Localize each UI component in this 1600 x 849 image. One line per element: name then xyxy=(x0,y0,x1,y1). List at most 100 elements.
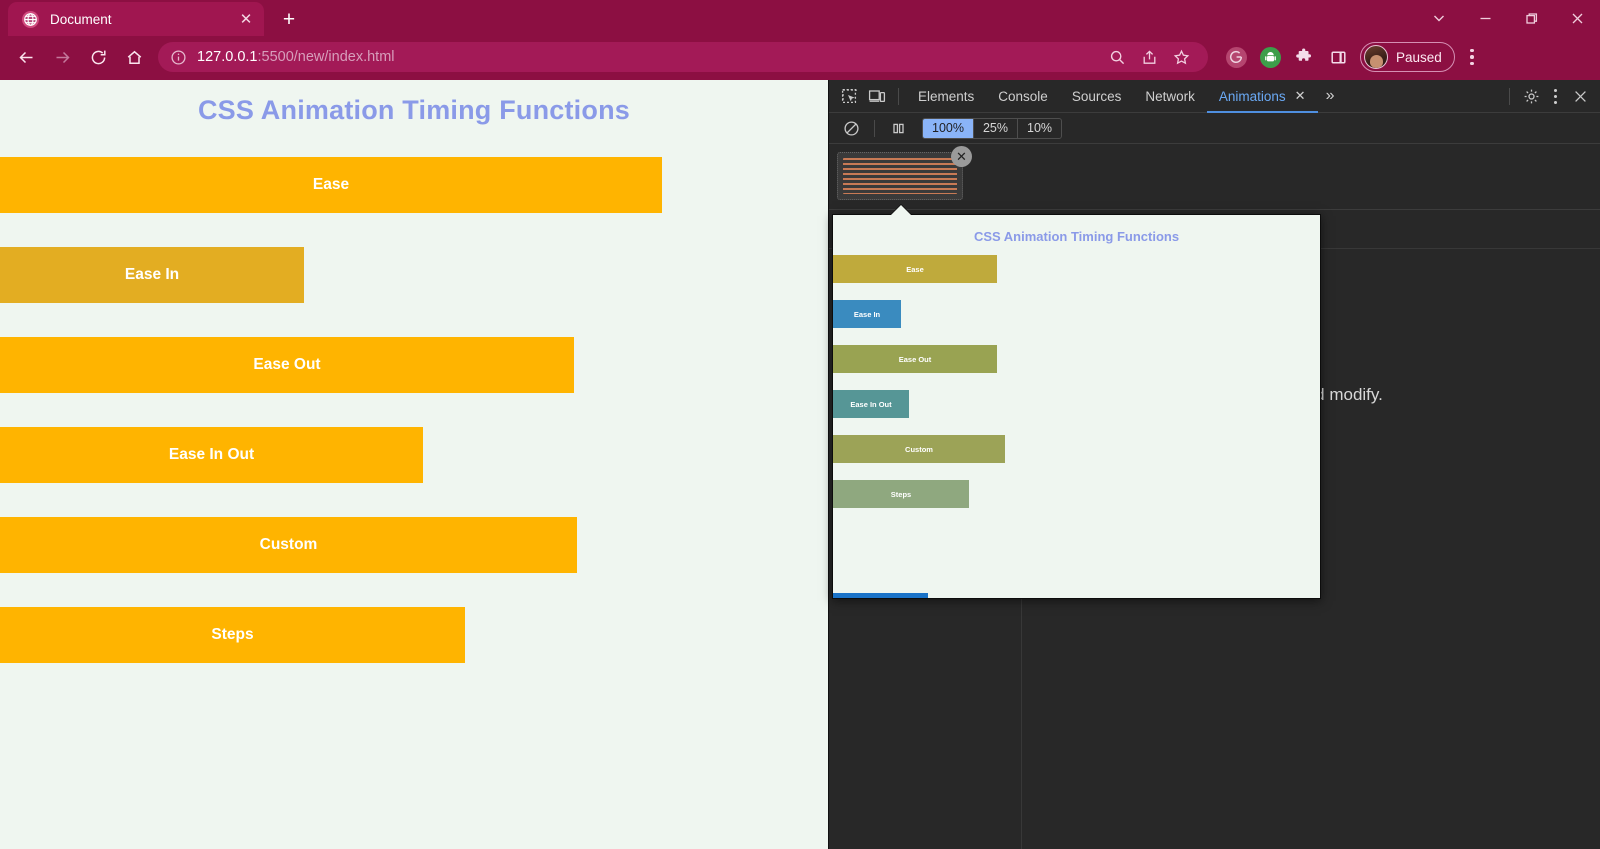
speed-25[interactable]: 25% xyxy=(974,118,1019,138)
browser-tab[interactable]: Document ✕ xyxy=(8,2,264,36)
tab-strip: Document ✕ + xyxy=(0,0,1600,36)
toolbar-divider xyxy=(874,119,875,137)
window-controls xyxy=(1416,0,1600,36)
preview-bar-custom: Custom xyxy=(833,435,1005,463)
clear-all-icon[interactable] xyxy=(837,115,865,141)
more-tabs-overflow-icon[interactable]: » xyxy=(1318,87,1343,105)
back-arrow-icon[interactable] xyxy=(8,39,44,75)
devtools-right-controls xyxy=(1502,83,1600,109)
url-text: 127.0.0.1:5500/new/index.html xyxy=(197,49,395,65)
pause-icon[interactable] xyxy=(884,115,912,141)
omnibox-actions xyxy=(1102,42,1196,72)
browser-toolbar: 127.0.0.1:5500/new/index.html Paused xyxy=(0,36,1600,78)
avatar xyxy=(1364,45,1388,69)
tab-label: Elements xyxy=(918,88,975,104)
minimize-button[interactable] xyxy=(1462,0,1508,36)
inspect-element-icon[interactable] xyxy=(835,83,863,109)
profile-status-label: Paused xyxy=(1396,49,1442,65)
tab-console[interactable]: Console xyxy=(986,80,1060,113)
animation-bars-list: Ease Ease In Ease Out Ease In Out Custom… xyxy=(0,157,828,663)
preview-bar-ease-out: Ease Out xyxy=(833,345,997,373)
bar-label: Custom xyxy=(259,536,318,553)
bar-label: Steps xyxy=(211,626,254,643)
bar-label: Ease Out xyxy=(253,356,321,373)
toolbar-divider xyxy=(1509,87,1510,105)
maximize-button[interactable] xyxy=(1508,0,1554,36)
reload-icon[interactable] xyxy=(80,39,116,75)
tab-search-button[interactable] xyxy=(1416,0,1462,36)
url-path: :5500/new/index.html xyxy=(257,49,395,65)
animation-bar-ease-out[interactable]: Ease Out xyxy=(0,337,574,393)
home-icon[interactable] xyxy=(116,39,152,75)
three-dot-menu-icon[interactable] xyxy=(1457,39,1487,75)
device-toolbar-icon[interactable] xyxy=(863,83,891,109)
tab-label: Sources xyxy=(1071,88,1122,104)
extensions-puzzle-icon[interactable] xyxy=(1288,41,1320,73)
speed-10[interactable]: 10% xyxy=(1018,119,1061,138)
tab-label: Console xyxy=(998,88,1048,104)
bar-label: Ease In Out xyxy=(850,399,892,409)
page-viewport: CSS Animation Timing Functions Ease Ease… xyxy=(0,80,828,849)
preview-bar-ease-in: Ease In xyxy=(833,300,901,328)
animation-preview-popover[interactable]: CSS Animation Timing Functions Ease Ease… xyxy=(832,205,1321,599)
bar-label: Ease In Out xyxy=(168,446,255,463)
speed-100[interactable]: 100% xyxy=(923,118,974,138)
bookmark-star-icon[interactable] xyxy=(1166,42,1196,72)
bar-label: Steps xyxy=(890,489,912,499)
tab-close-icon[interactable]: ✕ xyxy=(1295,88,1306,104)
bar-label: Ease Out xyxy=(898,354,932,364)
animation-group-thumbnail[interactable]: ✕ xyxy=(837,146,972,200)
animation-bar-ease-in[interactable]: Ease In xyxy=(0,247,304,303)
page-title: CSS Animation Timing Functions xyxy=(197,95,630,125)
new-tab-button[interactable]: + xyxy=(274,4,304,34)
preview-title: CSS Animation Timing Functions xyxy=(973,229,1180,244)
profile-paused-pill[interactable]: Paused xyxy=(1360,42,1455,72)
forward-arrow-icon[interactable] xyxy=(44,39,80,75)
popover-arrow xyxy=(890,205,912,216)
devtools-tabbar: Elements Console Sources Network Animati… xyxy=(829,80,1600,113)
tab-animations[interactable]: Animations ✕ xyxy=(1207,80,1318,113)
playback-speed-group: 100% 25% 10% xyxy=(922,117,1063,139)
preview-scrollbar[interactable] xyxy=(833,593,928,598)
close-icon[interactable] xyxy=(1566,83,1594,109)
tab-network[interactable]: Network xyxy=(1133,80,1207,113)
animation-controls-bar: 100% 25% 10% xyxy=(829,113,1600,144)
preview-bars-list: Ease Ease In Ease Out Ease In Out Custom… xyxy=(833,255,1320,508)
close-window-button[interactable] xyxy=(1554,0,1600,36)
preview-bar-ease-in-out: Ease In Out xyxy=(833,390,909,418)
bar-label: Ease In xyxy=(853,309,881,319)
bar-label: Ease xyxy=(312,176,350,193)
tab-close-icon[interactable]: ✕ xyxy=(234,7,258,31)
bar-label: Ease In xyxy=(124,266,180,283)
extension-icons xyxy=(1220,41,1354,73)
android-bot-extension-icon[interactable] xyxy=(1254,41,1286,73)
animation-bar-ease[interactable]: Ease xyxy=(0,157,662,213)
browser-window: Document ✕ + 127.0.0.1:5500/new/index.ht… xyxy=(0,0,1600,849)
grammarly-extension-icon[interactable] xyxy=(1220,41,1252,73)
side-panel-icon[interactable] xyxy=(1322,41,1354,73)
animation-groups-strip: ✕ xyxy=(829,144,1600,210)
animation-bar-custom[interactable]: Custom xyxy=(0,517,577,573)
toolbar-divider xyxy=(898,87,899,105)
three-dot-vertical-icon[interactable] xyxy=(1545,88,1566,104)
tab-label: Network xyxy=(1145,88,1195,104)
tab-elements[interactable]: Elements xyxy=(906,80,986,113)
address-bar[interactable]: 127.0.0.1:5500/new/index.html xyxy=(158,42,1208,72)
animation-track-stripes xyxy=(843,158,957,194)
bar-label: Ease xyxy=(906,264,924,274)
preview-bar-steps: Steps xyxy=(833,480,969,508)
animation-bar-ease-in-out[interactable]: Ease In Out xyxy=(0,427,423,483)
url-host: 127.0.0.1 xyxy=(197,49,258,65)
gear-icon[interactable] xyxy=(1517,83,1545,109)
globe-icon xyxy=(22,10,39,28)
preview-bar-ease: Ease xyxy=(833,255,997,283)
tab-label: Animations xyxy=(1218,88,1286,104)
site-info-icon[interactable] xyxy=(170,49,187,66)
animation-bar-steps[interactable]: Steps xyxy=(0,607,465,663)
share-icon[interactable] xyxy=(1134,42,1164,72)
search-icon[interactable] xyxy=(1102,42,1132,72)
tab-sources[interactable]: Sources xyxy=(1060,80,1134,113)
bar-label: Custom xyxy=(905,444,933,454)
tab-title: Document xyxy=(50,11,112,27)
close-icon[interactable]: ✕ xyxy=(951,146,972,167)
